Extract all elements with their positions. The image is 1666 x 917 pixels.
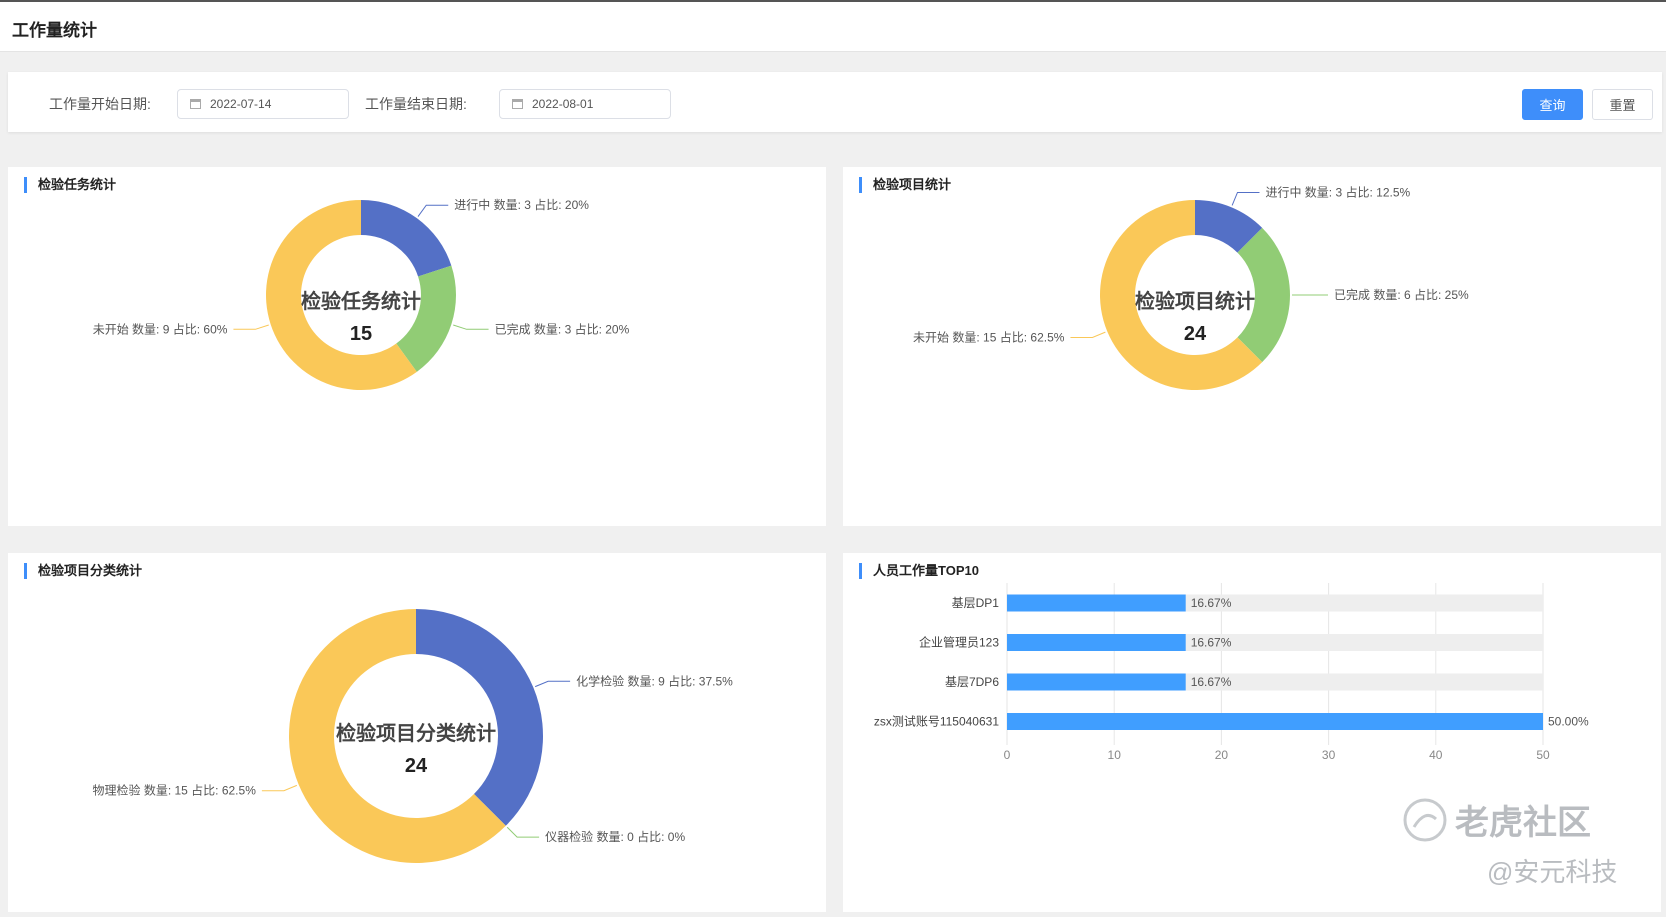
x-tick-label: 10 xyxy=(1108,748,1122,762)
task-stat-card: 检验任务统计 进行中 数量: 3 占比: 20% 已完成 数量: 3 占比: 20… xyxy=(8,167,826,526)
slice-label: 进行中 数量: 3 占比: 20% xyxy=(454,197,589,212)
top10-card: 人员工作量TOP10 0 10 20 30 40 50 基层DP1 16.67% 企业管理员12… xyxy=(843,553,1661,912)
label-leader-line xyxy=(1231,191,1260,206)
end-date-input[interactable]: 2022-08-01 xyxy=(499,89,671,119)
slice-label: 已完成 数量: 3 占比: 20% xyxy=(495,321,630,336)
bar[interactable] xyxy=(1007,713,1543,730)
slice-label: 物理检验 数量: 15 占比: 62.5% xyxy=(92,783,256,798)
slice-label: 未开始 数量: 9 占比: 60% xyxy=(93,321,228,336)
top-bar: 工作量统计 xyxy=(0,0,1666,52)
bar[interactable] xyxy=(1007,673,1186,691)
label-leader-line xyxy=(506,826,540,838)
start-date-value: 2022-07-14 xyxy=(210,97,272,111)
filter-panel: 工作量开始日期: 2022-07-14 工作量结束日期: 2022-08-01 … xyxy=(8,72,1662,132)
donut-center-value: 24 xyxy=(405,755,428,777)
top10-bar-chart: 0 10 20 30 40 50 基层DP1 16.67% 企业管理员123 16.67% 基层7D… xyxy=(874,583,1589,762)
label-leader-line xyxy=(261,784,298,792)
slice-label: 仪器检验 数量: 0 占比: 0% xyxy=(545,829,685,844)
x-tick-label: 20 xyxy=(1215,748,1229,762)
card-title: 检验任务统计 xyxy=(24,177,116,193)
donut-center-value: 15 xyxy=(350,323,372,345)
item-stat-card: 检验项目统计 进行中 数量: 3 占比: 12.5% 已完成 数量: 6 占比: … xyxy=(843,167,1661,526)
bar-value-label: 16.67% xyxy=(1191,596,1232,610)
x-tick-label: 30 xyxy=(1322,748,1336,762)
card-title: 人员工作量TOP10 xyxy=(859,563,979,579)
category-donut-chart: 化学检验 数量: 9 占比: 37.5% 仪器检验 数量: 0 占比: 0% 物理检… xyxy=(92,609,733,863)
card-title: 检验项目分类统计 xyxy=(24,563,142,579)
bar-value-label: 50.00% xyxy=(1548,715,1589,729)
y-category-label: 基层DP1 xyxy=(952,596,1000,610)
slice-label: 化学检验 数量: 9 占比: 37.5% xyxy=(576,673,733,688)
y-category-label: 企业管理员123 xyxy=(919,635,999,650)
donut-center-title: 检验项目分类统计 xyxy=(336,721,496,745)
label-leader-line xyxy=(1070,331,1106,338)
task-donut-chart: 进行中 数量: 3 占比: 20% 已完成 数量: 3 占比: 20% 未开始 数量… xyxy=(93,197,630,390)
x-tick-label: 0 xyxy=(1004,748,1011,762)
calendar-icon xyxy=(512,99,523,109)
page-title: 工作量统计 xyxy=(12,21,97,40)
label-leader-line xyxy=(453,324,489,330)
start-date-label: 工作量开始日期: xyxy=(49,96,151,112)
item-donut-chart: 进行中 数量: 3 占比: 12.5% 已完成 数量: 6 占比: 25% 未开始 … xyxy=(913,184,1469,390)
donut-slice-1[interactable] xyxy=(361,200,452,277)
end-date-label: 工作量结束日期: xyxy=(365,96,467,112)
donut-center-title: 检验任务统计 xyxy=(301,289,421,313)
start-date-input[interactable]: 2022-07-14 xyxy=(177,89,349,119)
slice-label: 进行中 数量: 3 占比: 12.5% xyxy=(1265,184,1410,199)
end-date-value: 2022-08-01 xyxy=(532,97,594,111)
query-button[interactable]: 查询 xyxy=(1522,89,1583,120)
bar-value-label: 16.67% xyxy=(1191,675,1232,689)
donut-center-value: 24 xyxy=(1184,323,1207,345)
y-category-label: 基层7DP6 xyxy=(945,675,999,689)
slice-label: 已完成 数量: 6 占比: 25% xyxy=(1334,287,1469,302)
label-leader-line xyxy=(233,324,269,330)
y-category-label: zsx测试账号115040631 xyxy=(874,714,1000,729)
bar[interactable] xyxy=(1007,594,1186,612)
donut-slice-1[interactable] xyxy=(416,609,543,826)
slice-label: 未开始 数量: 15 占比: 62.5% xyxy=(913,329,1065,344)
label-leader-line xyxy=(417,204,449,217)
category-stat-card: 检验项目分类统计 化学检验 数量: 9 占比: 37.5% 仪器检验 数量: 0 … xyxy=(8,553,826,912)
bar[interactable] xyxy=(1007,634,1186,651)
x-tick-label: 50 xyxy=(1536,748,1550,762)
bar-value-label: 16.67% xyxy=(1191,636,1232,650)
x-tick-label: 40 xyxy=(1429,748,1443,762)
card-title: 检验项目统计 xyxy=(859,177,951,193)
reset-button[interactable]: 重置 xyxy=(1592,89,1653,120)
donut-center-title: 检验项目统计 xyxy=(1135,289,1255,313)
label-leader-line xyxy=(534,680,571,688)
calendar-icon xyxy=(190,99,201,109)
